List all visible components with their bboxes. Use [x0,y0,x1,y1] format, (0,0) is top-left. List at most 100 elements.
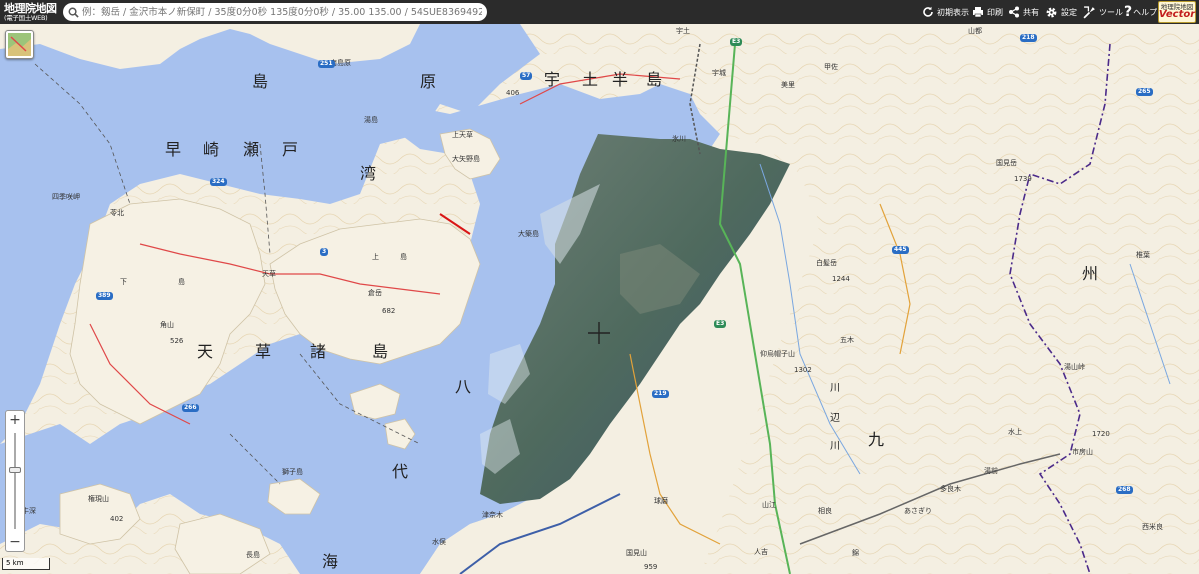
help-label: ヘルプ [1133,7,1158,17]
river-label-2: 辺 [830,413,840,424]
place-label: 錦 [852,549,859,557]
vector-badge-label: Vector [1158,9,1196,21]
road-shield: 324 [210,178,227,186]
road-shield: 445 [892,246,909,254]
place-label: 西米良 [1142,523,1163,531]
search-input[interactable] [82,4,482,20]
place-label: 宇城 [712,69,726,77]
road-shield: 57 [520,72,533,80]
sea-label-2: 原 [420,72,437,91]
toolbar: 地理院地図 (電子国土WEB) 初期表示 印刷 共有 設定 ツール [0,0,1199,24]
place-label: 山都 [968,27,982,35]
refresh-icon [923,6,933,17]
initial-view-button[interactable]: 初期表示 [922,3,969,21]
place-label: 多良木 [940,485,961,493]
share-icon [1009,6,1019,18]
peninsula-label-1: 宇 [544,70,561,89]
place-label: 倉岳 [368,289,382,297]
sea-label-14: 海 [322,552,339,571]
search-icon[interactable] [68,3,79,22]
place-label: 湯山峠 [1064,363,1085,371]
sea-label-8: 天 [197,342,214,361]
road-shield: 265 [1136,88,1153,96]
place-label: 球磨 [654,497,668,505]
road-shield: 3 [320,248,329,256]
place-label: 402 [110,515,124,523]
tools-button[interactable]: ツール [1083,3,1123,21]
place-label: 406 [506,89,520,97]
sea-label-4: 崎 [203,140,220,159]
place-label: 1720 [1092,430,1110,438]
logo-subtitle: (電子国土WEB) [4,13,48,22]
app-window: 地理院地図 (電子国土WEB) 初期表示 印刷 共有 設定 ツール [0,0,1199,574]
app-logo[interactable]: 地理院地図 (電子国土WEB) [0,0,60,24]
place-label: 椎葉 [1136,251,1150,259]
sea-label-12: 八 [455,377,472,396]
place-label: 上天草 [452,131,473,139]
zoom-slider-track[interactable] [14,433,16,529]
place-label: 島 [400,253,407,261]
sea-label-13: 代 [392,462,409,481]
center-crosshair-icon [588,322,610,344]
map-canvas[interactable]: 島 原 早 崎 瀬 戸 湾 天 草 諸 島 八 代 海 宇 土 半 島 九 州 … [0,24,1199,574]
sea-label-6: 戸 [282,140,299,159]
settings-button[interactable]: 設定 [1045,3,1077,21]
sea-label-3: 早 [165,140,182,159]
logo-title: 地理院地図 [4,1,57,15]
place-label: 権現山 [88,495,109,503]
road-shield: 251 [318,60,335,68]
sea-label-7: 湾 [360,164,377,183]
zoom-in-button[interactable]: + [6,411,24,429]
road-shield: 219 [652,390,669,398]
map-background [0,24,1199,574]
road-shield: 268 [1116,486,1133,494]
place-label: 津奈木 [482,511,503,519]
region-label-2: 州 [1082,264,1099,283]
sea-label-9: 草 [255,342,272,361]
place-label: 角山 [160,321,174,329]
printer-icon [973,7,983,18]
print-button[interactable]: 印刷 [972,3,1003,21]
place-label: 大築島 [518,230,539,238]
place-label: 国見山 [626,549,647,557]
place-label: 湯前 [984,467,998,475]
road-shield: E3 [714,320,727,328]
sea-label-1: 島 [252,72,269,91]
place-label: 1739 [1014,175,1032,183]
river-label-1: 川 [830,383,840,394]
peninsula-label-2: 土 [582,70,599,89]
place-label: 五木 [840,336,854,344]
place-label: 1302 [794,366,812,374]
place-label: 959 [644,563,658,571]
peninsula-label-3: 半 [612,70,629,89]
help-button[interactable]: ? ヘルプ [1124,3,1157,21]
place-label: あさぎり [904,507,932,515]
place-label: 天草 [262,270,276,278]
zoom-slider-handle[interactable] [9,467,21,473]
vector-map-badge[interactable]: 地理院地図 Vector [1158,1,1196,23]
place-label: 526 [170,337,184,345]
place-label: 市房山 [1072,448,1093,456]
place-label: 白髪岳 [816,259,837,267]
place-label: 水俣 [432,538,446,546]
place-label: 1244 [832,275,850,283]
tools-icon [1083,5,1095,19]
share-label: 共有 [1023,7,1039,17]
gear-icon [1046,7,1057,17]
river-label-3: 川 [830,441,840,452]
map-layers-icon [8,33,31,56]
zoom-control: + − [5,410,25,552]
tools-label: ツール [1099,7,1123,17]
place-label: 湯島 [364,116,378,124]
layers-button[interactable] [5,30,34,59]
place-label: 獅子島 [282,468,303,476]
place-label: 相良 [818,507,832,515]
place-label: 上 [372,253,379,261]
print-label: 印刷 [987,7,1003,17]
place-label: 苓北 [110,209,124,217]
place-label: 甲佐 [824,63,838,71]
sea-label-10: 諸 [310,342,327,361]
zoom-out-button[interactable]: − [6,533,24,551]
share-button[interactable]: 共有 [1008,3,1039,21]
sea-label-5: 瀬 [243,140,260,159]
